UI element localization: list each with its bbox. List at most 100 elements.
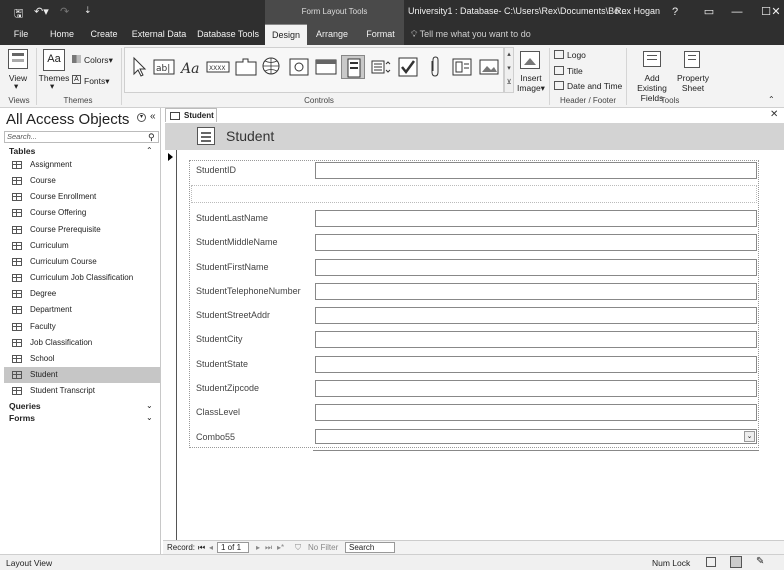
text-box[interactable]: [315, 380, 757, 397]
tab-design[interactable]: Design: [265, 24, 307, 45]
empty-layout-row[interactable]: [191, 185, 757, 203]
collapse-tables-icon[interactable]: ⌃: [146, 146, 153, 155]
nav-shutter-icon[interactable]: «: [150, 111, 156, 122]
nav-table-item[interactable]: Student: [4, 366, 160, 383]
tab-arrange[interactable]: Arrange: [307, 24, 357, 45]
logo-button[interactable]: Logo: [567, 50, 586, 60]
image-control-icon[interactable]: [477, 55, 501, 79]
tab-create[interactable]: Create: [86, 24, 122, 45]
previous-record-icon[interactable]: ◂: [209, 543, 213, 552]
scroll-up-icon[interactable]: ▴: [505, 48, 513, 62]
bound-object-frame-icon[interactable]: [450, 55, 474, 79]
themes-dropdown-icon[interactable]: ▾: [50, 81, 54, 92]
button-control-icon[interactable]: XXXX: [206, 55, 230, 79]
redo-icon[interactable]: ↷: [60, 5, 69, 18]
layout-view-icon[interactable]: [730, 556, 742, 568]
document-tab[interactable]: Student: [165, 108, 217, 122]
ribbon-display-options-icon[interactable]: ▭: [694, 3, 724, 21]
tab-file[interactable]: File: [6, 24, 36, 45]
chevron-down-icon[interactable]: ⌄: [744, 431, 755, 442]
field-label[interactable]: StudentState: [196, 359, 248, 369]
save-icon[interactable]: 🖫: [14, 5, 23, 24]
gallery-scroll[interactable]: ▴ ▾ ⊻: [504, 47, 514, 93]
nav-table-item[interactable]: Course Enrollment: [4, 189, 160, 205]
nav-table-item[interactable]: Course Prerequisite: [4, 222, 160, 238]
date-time-button[interactable]: Date and Time: [567, 81, 622, 91]
hyperlink-icon[interactable]: [260, 55, 284, 79]
text-box[interactable]: [315, 356, 757, 373]
nav-table-item[interactable]: Assignment: [4, 157, 160, 173]
tell-me-box[interactable]: 💡︎ Tell me what you want to do: [411, 24, 531, 45]
field-label[interactable]: StudentLastName: [196, 213, 268, 223]
scroll-down-icon[interactable]: ▾: [505, 62, 513, 76]
field-label[interactable]: Combo55: [196, 432, 235, 442]
new-record-icon[interactable]: ▸*: [277, 543, 284, 552]
navigation-control-icon[interactable]: [314, 55, 338, 79]
attachment-icon[interactable]: [423, 55, 447, 79]
nav-table-item[interactable]: Job Classification: [4, 335, 160, 351]
last-record-icon[interactable]: ⏭: [265, 543, 272, 553]
title-button[interactable]: Title: [567, 66, 583, 76]
insert-image-button[interactable]: Insert Image▾: [514, 73, 548, 93]
web-browser-control-icon[interactable]: [287, 55, 311, 79]
expand-forms-icon[interactable]: ⌄: [146, 413, 153, 422]
tab-control-icon[interactable]: [234, 55, 258, 79]
nav-table-item[interactable]: Curriculum: [4, 238, 160, 254]
insert-image-icon[interactable]: [520, 51, 540, 69]
label-icon[interactable]: Aa: [179, 55, 204, 79]
first-record-icon[interactable]: ⏮: [198, 543, 205, 553]
text-box[interactable]: [315, 259, 757, 276]
record-selector[interactable]: [165, 150, 177, 546]
page-break-icon[interactable]: [369, 55, 393, 79]
nav-table-item[interactable]: Curriculum Course: [4, 254, 160, 270]
field-label[interactable]: StudentZipcode: [196, 383, 259, 393]
check-box-icon[interactable]: [396, 55, 420, 79]
fonts-button[interactable]: Fonts▾: [84, 76, 110, 87]
combo-box[interactable]: ⌄: [315, 429, 757, 444]
text-box[interactable]: [315, 331, 757, 348]
field-label[interactable]: StudentCity: [196, 334, 243, 344]
field-label[interactable]: StudentTelephoneNumber: [196, 286, 301, 296]
select-pointer-icon[interactable]: [127, 55, 151, 79]
option-group-icon[interactable]: [341, 55, 365, 79]
nav-title[interactable]: All Access Objects: [6, 111, 129, 128]
nav-table-item[interactable]: School: [4, 351, 160, 367]
view-dropdown-icon[interactable]: ▾: [14, 81, 18, 92]
text-box[interactable]: [315, 283, 757, 300]
colors-button[interactable]: Colors▾: [84, 55, 113, 66]
nav-table-item[interactable]: Course: [4, 173, 160, 189]
nav-table-item[interactable]: Student Transcript: [4, 383, 160, 399]
nav-table-item[interactable]: Course Offering: [4, 205, 160, 221]
help-button[interactable]: ?: [660, 3, 690, 21]
view-icon[interactable]: [8, 49, 28, 69]
tab-database-tools[interactable]: Database Tools: [196, 24, 260, 45]
user-name[interactable]: Rex Hogan: [615, 6, 660, 16]
customize-qat-icon[interactable]: ⇣: [84, 5, 92, 16]
themes-icon[interactable]: Aa: [43, 49, 65, 71]
text-box[interactable]: [315, 234, 757, 251]
nav-search-input[interactable]: Search...: [4, 131, 159, 143]
field-label[interactable]: StudentStreetAddr: [196, 310, 270, 320]
search-icon[interactable]: ⚲: [148, 132, 155, 143]
close-button[interactable]: ✕: [768, 3, 784, 21]
close-document-icon[interactable]: ✕: [770, 109, 778, 120]
form-title[interactable]: Student: [226, 128, 274, 144]
field-label[interactable]: ClassLevel: [196, 407, 240, 417]
text-box[interactable]: [315, 307, 757, 324]
field-label[interactable]: StudentID: [196, 165, 236, 175]
text-box[interactable]: [315, 162, 757, 179]
nav-table-item[interactable]: Faculty: [4, 319, 160, 335]
tab-home[interactable]: Home: [44, 24, 80, 45]
current-record-field[interactable]: 1 of 1: [217, 542, 249, 553]
property-sheet-button[interactable]: Property Sheet: [676, 73, 710, 93]
expand-queries-icon[interactable]: ⌄: [146, 401, 153, 410]
search-box[interactable]: Search: [345, 542, 395, 553]
design-view-icon[interactable]: ✎: [756, 556, 764, 567]
text-box[interactable]: [315, 404, 757, 421]
nav-section-queries[interactable]: Queries: [9, 401, 41, 411]
property-sheet-icon[interactable]: [684, 51, 700, 68]
field-label[interactable]: StudentFirstName: [196, 262, 269, 272]
nav-section-forms[interactable]: Forms: [9, 413, 35, 423]
undo-icon[interactable]: ↶▾: [34, 5, 49, 18]
text-box[interactable]: [315, 210, 757, 227]
